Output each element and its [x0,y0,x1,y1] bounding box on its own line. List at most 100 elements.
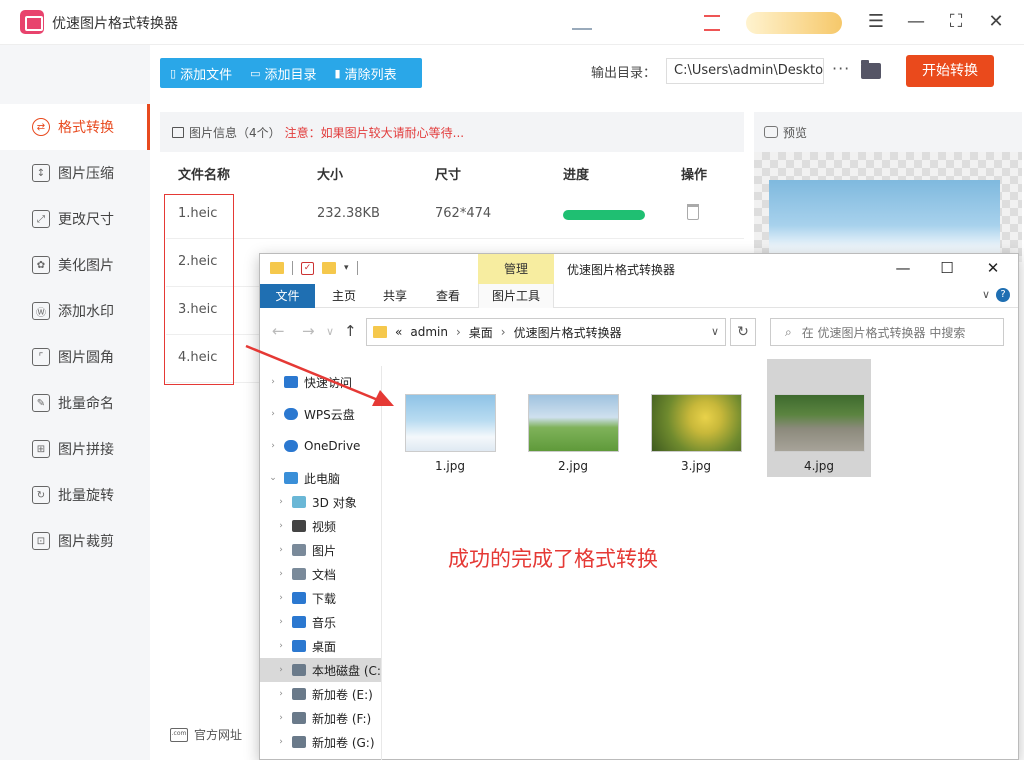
expand-icon[interactable]: › [274,593,288,603]
nav-item-drive-f[interactable]: › 新加卷 (F:) [260,706,381,730]
vip-badge[interactable] [746,12,842,34]
nav-item-label: 此电脑 [304,471,341,486]
close-icon[interactable]: ✕ [978,258,1008,278]
expand-icon[interactable]: › [274,713,288,723]
expand-icon[interactable]: › [274,545,288,555]
sidebar-item-beautify[interactable]: ✿ 美化图片 [0,242,150,288]
explorer-title: 优速图片格式转换器 [567,263,676,277]
cube-icon [292,496,306,508]
column-header-size: 大小 [317,168,344,183]
customize-qat-icon[interactable]: ▾ [344,263,349,273]
titlebar-decoration [572,16,592,30]
sidebar-item-watermark[interactable]: Ⓦ 添加水印 [0,288,150,334]
pictures-icon [292,544,306,556]
output-dir-field[interactable]: C:\Users\admin\Deskto [666,58,824,84]
file-size: 232.38KB [317,206,380,221]
refresh-icon[interactable]: ↻ [730,318,756,346]
sidebar-item-stitch[interactable]: ⊞ 图片拼接 [0,426,150,472]
file-item-4-jpg[interactable]: 4.jpg [767,359,871,477]
nav-item-label: 桌面 [312,639,337,654]
sidebar-item-label: 批量命名 [58,396,114,412]
nav-item-label: 音乐 [312,615,337,630]
image-thumbnail [405,394,496,452]
nav-item-this-pc[interactable]: ⌄ 此电脑 [260,466,381,490]
properties-icon[interactable]: ✓ [301,261,314,275]
nav-item-drive-e[interactable]: › 新加卷 (E:) [260,682,381,706]
breadcrumb-desktop[interactable]: 桌面 [469,324,493,341]
open-folder-icon[interactable] [861,60,881,79]
maximize-icon[interactable]: ☐ [932,258,962,278]
help-icon[interactable]: ? [996,288,1010,302]
tab-file[interactable]: 文件 [260,284,315,308]
nav-item-music[interactable]: › 音乐 [260,610,381,634]
tab-picture-tools[interactable]: 图片工具 [478,284,554,308]
nav-item-pictures[interactable]: › 图片 [260,538,381,562]
address-prefix: « [395,325,403,339]
expand-icon[interactable]: › [274,641,288,651]
nav-item-desktop[interactable]: › 桌面 [260,634,381,658]
expand-icon[interactable]: › [274,617,288,627]
maximize-icon[interactable]: ⛶ [943,9,969,35]
breadcrumb-admin[interactable]: admin [410,325,448,339]
expand-ribbon-icon[interactable]: ∨ [982,288,990,301]
expand-icon[interactable]: › [266,441,280,451]
minimize-icon[interactable]: — [903,9,929,35]
folder-icon [373,326,387,338]
expand-icon[interactable]: › [274,737,288,747]
official-site-link[interactable]: .com 官方网址 [170,726,242,743]
sidebar-item-round-corner[interactable]: ⌜ 图片圆角 [0,334,150,380]
add-directory-button[interactable]: ▭ 添加目录 [240,58,324,88]
add-file-button[interactable]: ▯ 添加文件 [160,58,240,88]
tab-share[interactable]: 共享 [377,284,413,308]
sidebar-item-label: 格式转换 [58,120,114,136]
tab-home[interactable]: 主页 [326,284,362,308]
sidebar-item-compress[interactable]: ↕ 图片压缩 [0,150,150,196]
expand-icon[interactable]: › [274,569,288,579]
nav-item-drive-c[interactable]: › 本地磁盘 (C: [260,658,381,682]
sidebar-item-rename[interactable]: ✎ 批量命名 [0,380,150,426]
file-item-3-jpg[interactable]: 3.jpg [644,359,748,477]
address-dropdown-icon[interactable]: ∨ [711,325,719,338]
start-convert-button[interactable]: 开始转换 [906,55,994,87]
nav-item-onedrive[interactable]: › OneDrive [260,434,381,458]
expand-icon[interactable]: › [274,665,288,675]
menu-icon[interactable]: ☰ [863,9,889,35]
file-item-2-jpg[interactable]: 2.jpg [521,359,625,477]
expand-icon[interactable]: › [274,497,288,507]
delete-icon[interactable] [687,204,699,220]
address-bar[interactable]: « admin › 桌面 › 优速图片格式转换器 ∨ [366,318,726,346]
clear-list-button[interactable]: ▮ 清除列表 [325,58,405,88]
nav-item-drive-g[interactable]: › 新加卷 (G:) [260,730,381,754]
nav-item-downloads[interactable]: › 下载 [260,586,381,610]
recent-dropdown-icon[interactable]: ∨ [326,325,334,338]
minimize-icon[interactable]: — [888,258,918,278]
nav-item-videos[interactable]: › 视频 [260,514,381,538]
column-header-action: 操作 [681,168,708,183]
sidebar-item-crop[interactable]: ⊡ 图片裁剪 [0,518,150,564]
manage-tab[interactable]: 管理 [478,254,554,284]
expand-icon[interactable]: › [274,689,288,699]
resize-icon: ⤢ [32,210,50,228]
explorer-title-bar: ✓ ▾ 管理 优速图片格式转换器 — ☐ ✕ [260,254,1018,284]
folder-icon[interactable] [270,262,284,274]
new-folder-icon[interactable] [322,262,336,274]
image-info-count: 图片信息（4个） [189,125,281,140]
nav-item-label: 下载 [312,591,337,606]
up-icon[interactable]: ↑ [344,322,357,340]
table-row[interactable]: 1.heic 232.38KB 762*474 [166,191,744,239]
expand-icon[interactable]: › [274,521,288,531]
sidebar-item-resize[interactable]: ⤢ 更改尺寸 [0,196,150,242]
tab-view[interactable]: 查看 [430,284,466,308]
browse-more-button[interactable]: ··· [832,59,850,78]
search-input[interactable]: ⌕ 在 优速图片格式转换器 中搜索 [770,318,1004,346]
breadcrumb-app-folder[interactable]: 优速图片格式转换器 [514,324,622,341]
back-icon[interactable]: ← [272,322,285,340]
file-item-1-jpg[interactable]: 1.jpg [398,359,502,477]
collapse-icon[interactable]: ⌄ [266,473,280,483]
nav-item-documents[interactable]: › 文档 [260,562,381,586]
sidebar-item-format-convert[interactable]: ⇄ 格式转换 [0,104,150,150]
forward-icon[interactable]: → [302,322,315,340]
nav-item-3d-objects[interactable]: › 3D 对象 [260,490,381,514]
close-icon[interactable]: ✕ [983,9,1009,35]
sidebar-item-rotate[interactable]: ↻ 批量旋转 [0,472,150,518]
